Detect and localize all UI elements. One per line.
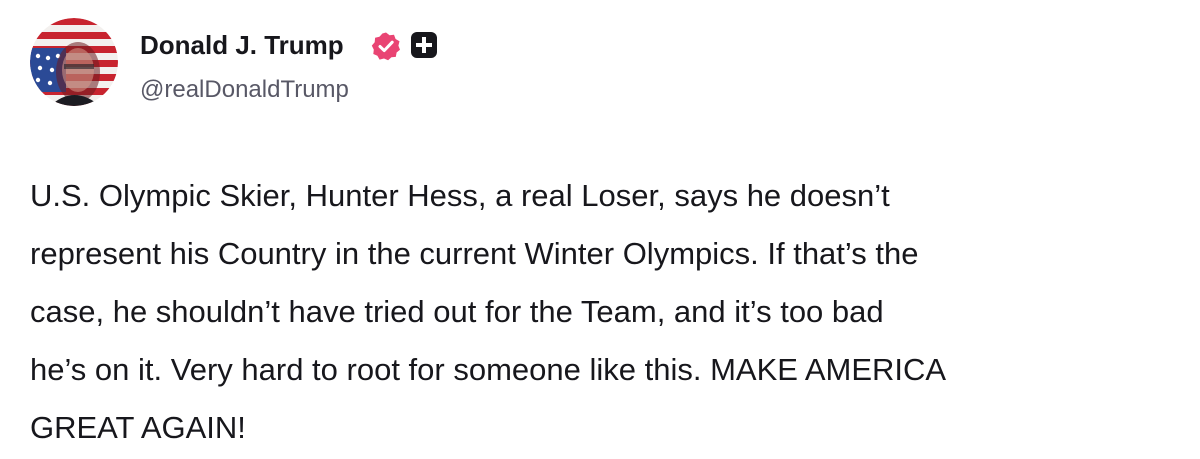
- post-text-line: case, he shouldn’t have tried out for th…: [30, 294, 884, 329]
- profile-photo-icon: [30, 18, 118, 106]
- avatar[interactable]: [30, 18, 118, 106]
- post-text-line: GREAT AGAIN!: [30, 410, 246, 445]
- post-text: U.S. Olympic Skier, Hunter Hess, a real …: [30, 167, 1180, 457]
- user-handle[interactable]: @realDonaldTrump: [140, 74, 349, 106]
- post-card: Donald J. Trump @realDonaldTrump U.S. Ol…: [0, 0, 1200, 459]
- post-text-line: he’s on it. Very hard to root for someon…: [30, 352, 947, 387]
- verified-badge-icon: [371, 31, 401, 61]
- post-text-line: U.S. Olympic Skier, Hunter Hess, a real …: [30, 178, 890, 213]
- post-text-line: represent his Country in the current Win…: [30, 236, 919, 271]
- display-name[interactable]: Donald J. Trump: [140, 28, 344, 62]
- truth-plus-icon: [411, 32, 437, 58]
